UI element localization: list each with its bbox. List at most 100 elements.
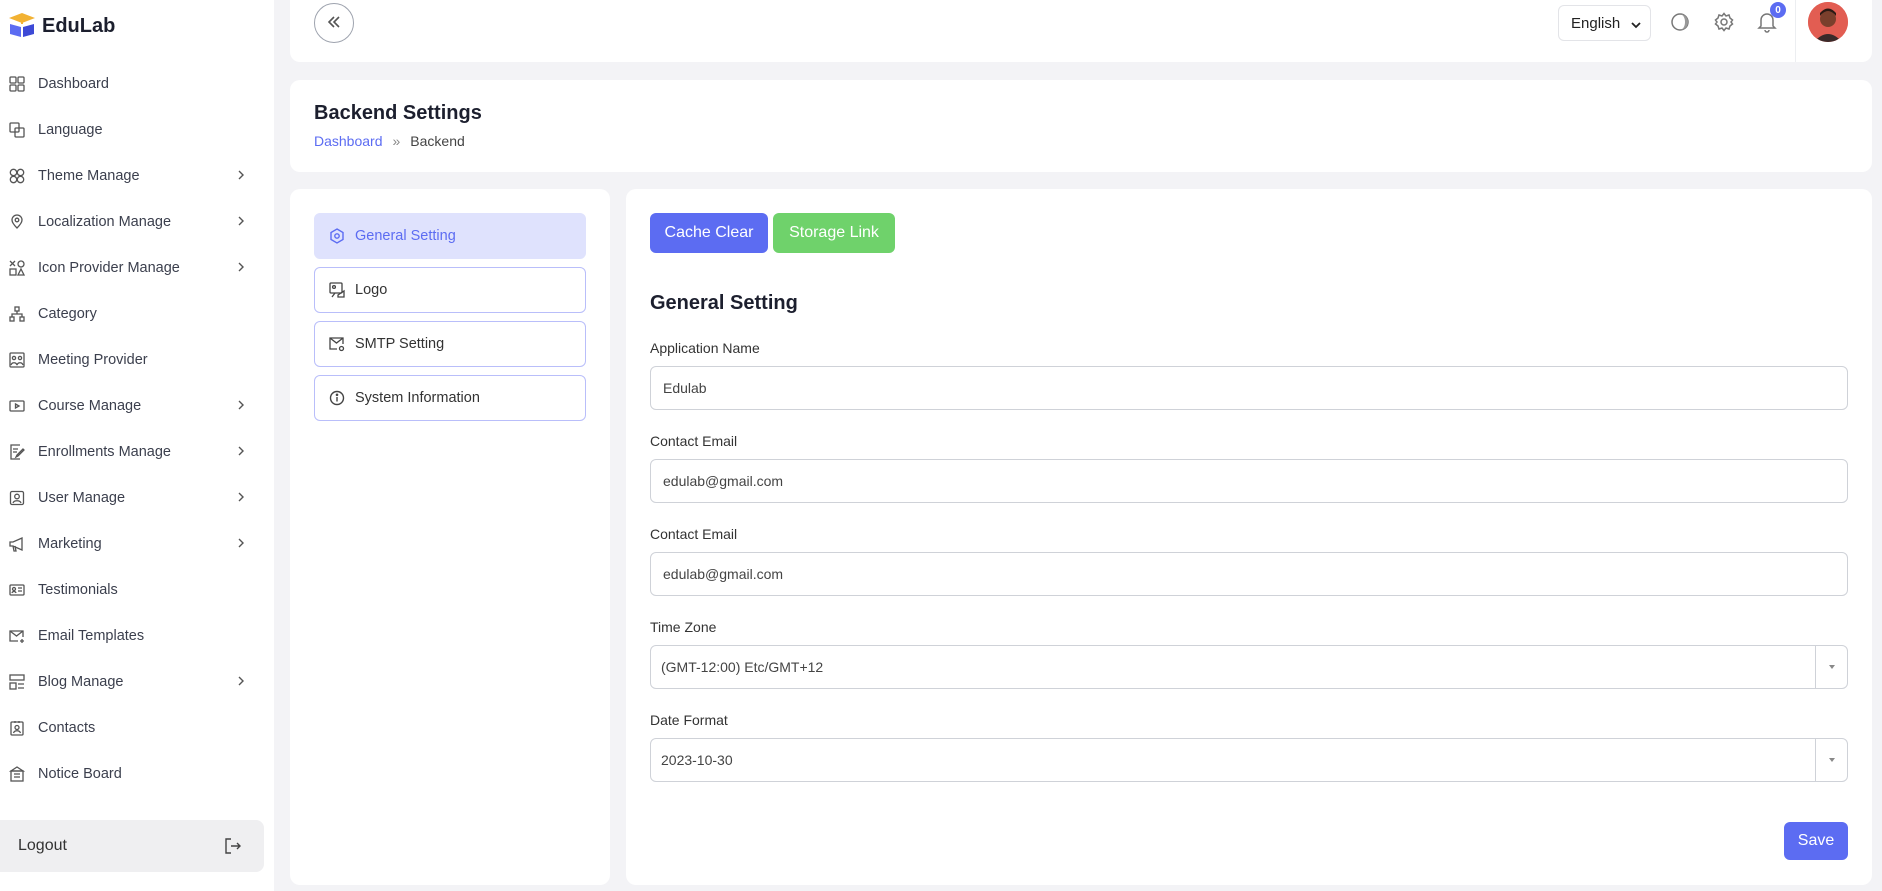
top-bar: English 0	[290, 0, 1872, 62]
page-header: Backend Settings Dashboard » Backend	[290, 80, 1872, 172]
sidebar-item-label: Contacts	[38, 720, 96, 736]
sidebar-item-label: Testimonials	[38, 582, 118, 598]
double-chevron-left-icon	[326, 14, 342, 33]
sidebar-item-testimonials[interactable]: Testimonials	[0, 567, 274, 613]
language-select[interactable]: English	[1558, 5, 1651, 41]
settings-tab-label: Logo	[355, 282, 388, 298]
breadcrumb-current: Backend	[410, 133, 465, 149]
contact-email-label: Contact Email	[650, 433, 738, 449]
breadcrumb: Dashboard » Backend	[314, 133, 465, 149]
blog-icon	[8, 673, 26, 691]
sidebar-item-marketing[interactable]: Marketing	[0, 521, 274, 567]
sidebar-item-blog-manage[interactable]: Blog Manage	[0, 659, 274, 705]
time-zone-select[interactable]: (GMT-12:00) Etc/GMT+12	[650, 645, 1848, 689]
breadcrumb-home-link[interactable]: Dashboard	[314, 133, 383, 149]
application-name-input[interactable]: Edulab	[650, 366, 1848, 410]
testimonial-icon	[8, 581, 26, 599]
sidebar-item-icon-provider-manage[interactable]: Icon Provider Manage	[0, 245, 274, 291]
mail-settings-icon	[329, 336, 345, 352]
sidebar-item-enrollments-manage[interactable]: Enrollments Manage	[0, 429, 274, 475]
chevron-down-icon	[1815, 646, 1847, 688]
sidebar-item-email-templates[interactable]: Email Templates	[0, 613, 274, 659]
course-icon	[8, 397, 26, 415]
breadcrumb-separator: »	[392, 133, 401, 149]
sidebar-item-label: Dashboard	[38, 76, 109, 92]
sidebar-item-label: Localization Manage	[38, 214, 172, 230]
chevron-down-icon	[1630, 18, 1642, 35]
contact-email-input[interactable]: edulab@gmail.com	[650, 459, 1848, 503]
sidebar-item-theme-manage[interactable]: Theme Manage	[0, 153, 274, 199]
logout-label: Logout	[18, 837, 67, 854]
application-name-label: Application Name	[650, 340, 760, 356]
save-button[interactable]: Save	[1784, 822, 1848, 860]
user-avatar[interactable]	[1808, 2, 1848, 42]
chevron-right-icon	[234, 168, 248, 182]
sidebar-item-contacts[interactable]: Contacts	[0, 705, 274, 751]
storage-link-button[interactable]: Storage Link	[773, 213, 895, 253]
dashboard-icon	[8, 75, 26, 93]
date-format-label: Date Format	[650, 712, 728, 728]
brand-logo[interactable]: EduLab	[8, 12, 115, 41]
sidebar-collapse-button[interactable]	[314, 3, 354, 43]
date-format-select[interactable]: 2023-10-30	[650, 738, 1848, 782]
sidebar-item-dashboard[interactable]: Dashboard	[0, 61, 274, 107]
cache-clear-button[interactable]: Cache Clear	[650, 213, 768, 253]
sidebar-item-localization-manage[interactable]: Localization Manage	[0, 199, 274, 245]
sidebar-item-label: Language	[38, 122, 103, 138]
language-select-value: English	[1571, 14, 1621, 32]
graduation-book-icon	[8, 12, 36, 41]
sidebar-item-label: Category	[38, 306, 97, 322]
sidebar-nav: Dashboard Language Theme Manage Localiza…	[0, 61, 274, 797]
hexagon-gear-icon	[329, 228, 345, 244]
sidebar: EduLab Dashboard Language Theme Manage L…	[0, 0, 274, 891]
logout-icon	[224, 837, 242, 858]
enrollment-icon	[8, 443, 26, 461]
chevron-right-icon	[234, 260, 248, 274]
meeting-icon	[8, 351, 26, 369]
settings-tab-smtp[interactable]: SMTP Setting	[314, 321, 586, 367]
sidebar-item-language[interactable]: Language	[0, 107, 274, 153]
brand-name: EduLab	[42, 15, 116, 37]
contact-email-value: edulab@gmail.com	[663, 473, 784, 489]
notice-icon	[8, 765, 26, 783]
sidebar-item-label: Meeting Provider	[38, 352, 148, 368]
sidebar-item-label: Email Templates	[38, 628, 145, 644]
settings-tab-label: SMTP Setting	[355, 336, 445, 352]
category-icon	[8, 305, 26, 323]
logout-button[interactable]: Logout	[0, 820, 264, 872]
general-setting-form: Cache Clear Storage Link General Setting…	[626, 189, 1872, 885]
settings-menu: General Setting Logo SMTP Setting System…	[290, 189, 610, 885]
sidebar-item-label: Theme Manage	[38, 168, 140, 184]
chevron-right-icon	[234, 536, 248, 550]
time-zone-label: Time Zone	[650, 619, 717, 635]
settings-tab-system-information[interactable]: System Information	[314, 375, 586, 421]
language-icon	[8, 121, 26, 139]
contact-email-2-value: edulab@gmail.com	[663, 566, 784, 582]
topbar-divider	[1795, 0, 1796, 62]
chevron-right-icon	[234, 674, 248, 688]
sidebar-item-meeting-provider[interactable]: Meeting Provider	[0, 337, 274, 383]
contact-email-2-input[interactable]: edulab@gmail.com	[650, 552, 1848, 596]
page-title: Backend Settings	[314, 102, 482, 124]
settings-tab-logo[interactable]: Logo	[314, 267, 586, 313]
sidebar-item-user-manage[interactable]: User Manage	[0, 475, 274, 521]
sidebar-item-label: Notice Board	[38, 766, 122, 782]
sidebar-item-notice-board[interactable]: Notice Board	[0, 751, 274, 797]
chevron-down-icon	[1815, 739, 1847, 781]
date-format-value: 2023-10-30	[661, 752, 733, 768]
sidebar-item-course-manage[interactable]: Course Manage	[0, 383, 274, 429]
sidebar-item-label: Enrollments Manage	[38, 444, 171, 460]
chevron-right-icon	[234, 398, 248, 412]
image-icon	[329, 282, 345, 298]
email-icon	[8, 627, 26, 645]
sidebar-item-category[interactable]: Category	[0, 291, 274, 337]
theme-icon	[8, 167, 26, 185]
application-name-value: Edulab	[663, 380, 707, 396]
location-icon	[8, 213, 26, 231]
settings-button[interactable]	[1713, 11, 1735, 34]
megaphone-icon	[8, 535, 26, 553]
theme-toggle-button[interactable]	[1669, 12, 1691, 34]
sidebar-item-label: Icon Provider Manage	[38, 260, 180, 276]
settings-tab-general[interactable]: General Setting	[314, 213, 586, 259]
sidebar-item-label: Blog Manage	[38, 674, 124, 690]
